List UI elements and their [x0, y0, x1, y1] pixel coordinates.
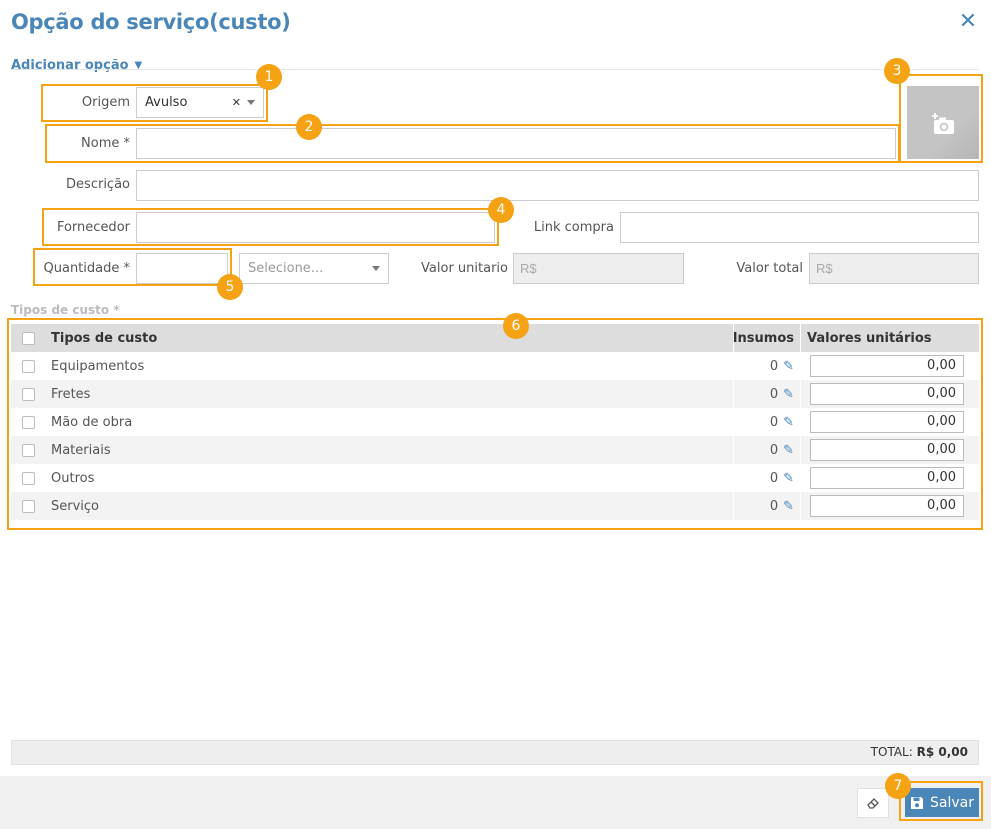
unit-select[interactable]: Selecione...	[239, 253, 389, 284]
total-bar: TOTAL: R$ 0,00	[11, 740, 979, 765]
eraser-icon	[867, 798, 879, 809]
link-compra-label: Link compra	[533, 220, 614, 235]
highlight-box	[41, 84, 268, 122]
valor-total-label: Valor total	[736, 261, 803, 276]
valor-total-input: R$	[809, 253, 979, 284]
highlight-box	[33, 248, 232, 286]
annotation-badge: 3	[884, 58, 910, 84]
annotation-badge: 7	[885, 773, 911, 799]
annotation-badge: 2	[296, 114, 322, 140]
highlight-box	[45, 124, 900, 163]
clear-form-button[interactable]	[857, 788, 889, 818]
valor-unitario-label: Valor unitario	[421, 261, 508, 276]
annotation-badge: 4	[488, 197, 514, 223]
highlight-box	[899, 781, 983, 821]
total-value: R$ 0,00	[916, 745, 968, 759]
descricao-input[interactable]	[136, 170, 979, 201]
highlight-box	[42, 208, 499, 246]
tipos-custo-section-label: Tipos de custo *	[11, 303, 120, 317]
valor-unitario-input: R$	[513, 253, 684, 284]
annotation-badge: 5	[217, 274, 243, 300]
descricao-label: Descrição	[66, 177, 130, 192]
highlight-box	[7, 318, 983, 530]
total-label: TOTAL:	[870, 745, 913, 759]
dialog-footer	[0, 776, 991, 829]
unit-placeholder: Selecione...	[248, 261, 324, 276]
highlight-box	[899, 74, 983, 163]
link-compra-input[interactable]	[620, 212, 979, 243]
annotation-badge: 6	[503, 313, 529, 339]
annotation-badge: 1	[256, 64, 282, 90]
dropdown-arrow-icon	[372, 266, 380, 271]
divider	[11, 69, 979, 70]
dialog-title: Opção do serviço(custo)	[11, 10, 291, 34]
add-option-toggle[interactable]: Adicionar opção ▼	[11, 58, 142, 73]
add-option-label: Adicionar opção	[11, 58, 129, 73]
close-icon[interactable]: ✕	[958, 10, 978, 32]
